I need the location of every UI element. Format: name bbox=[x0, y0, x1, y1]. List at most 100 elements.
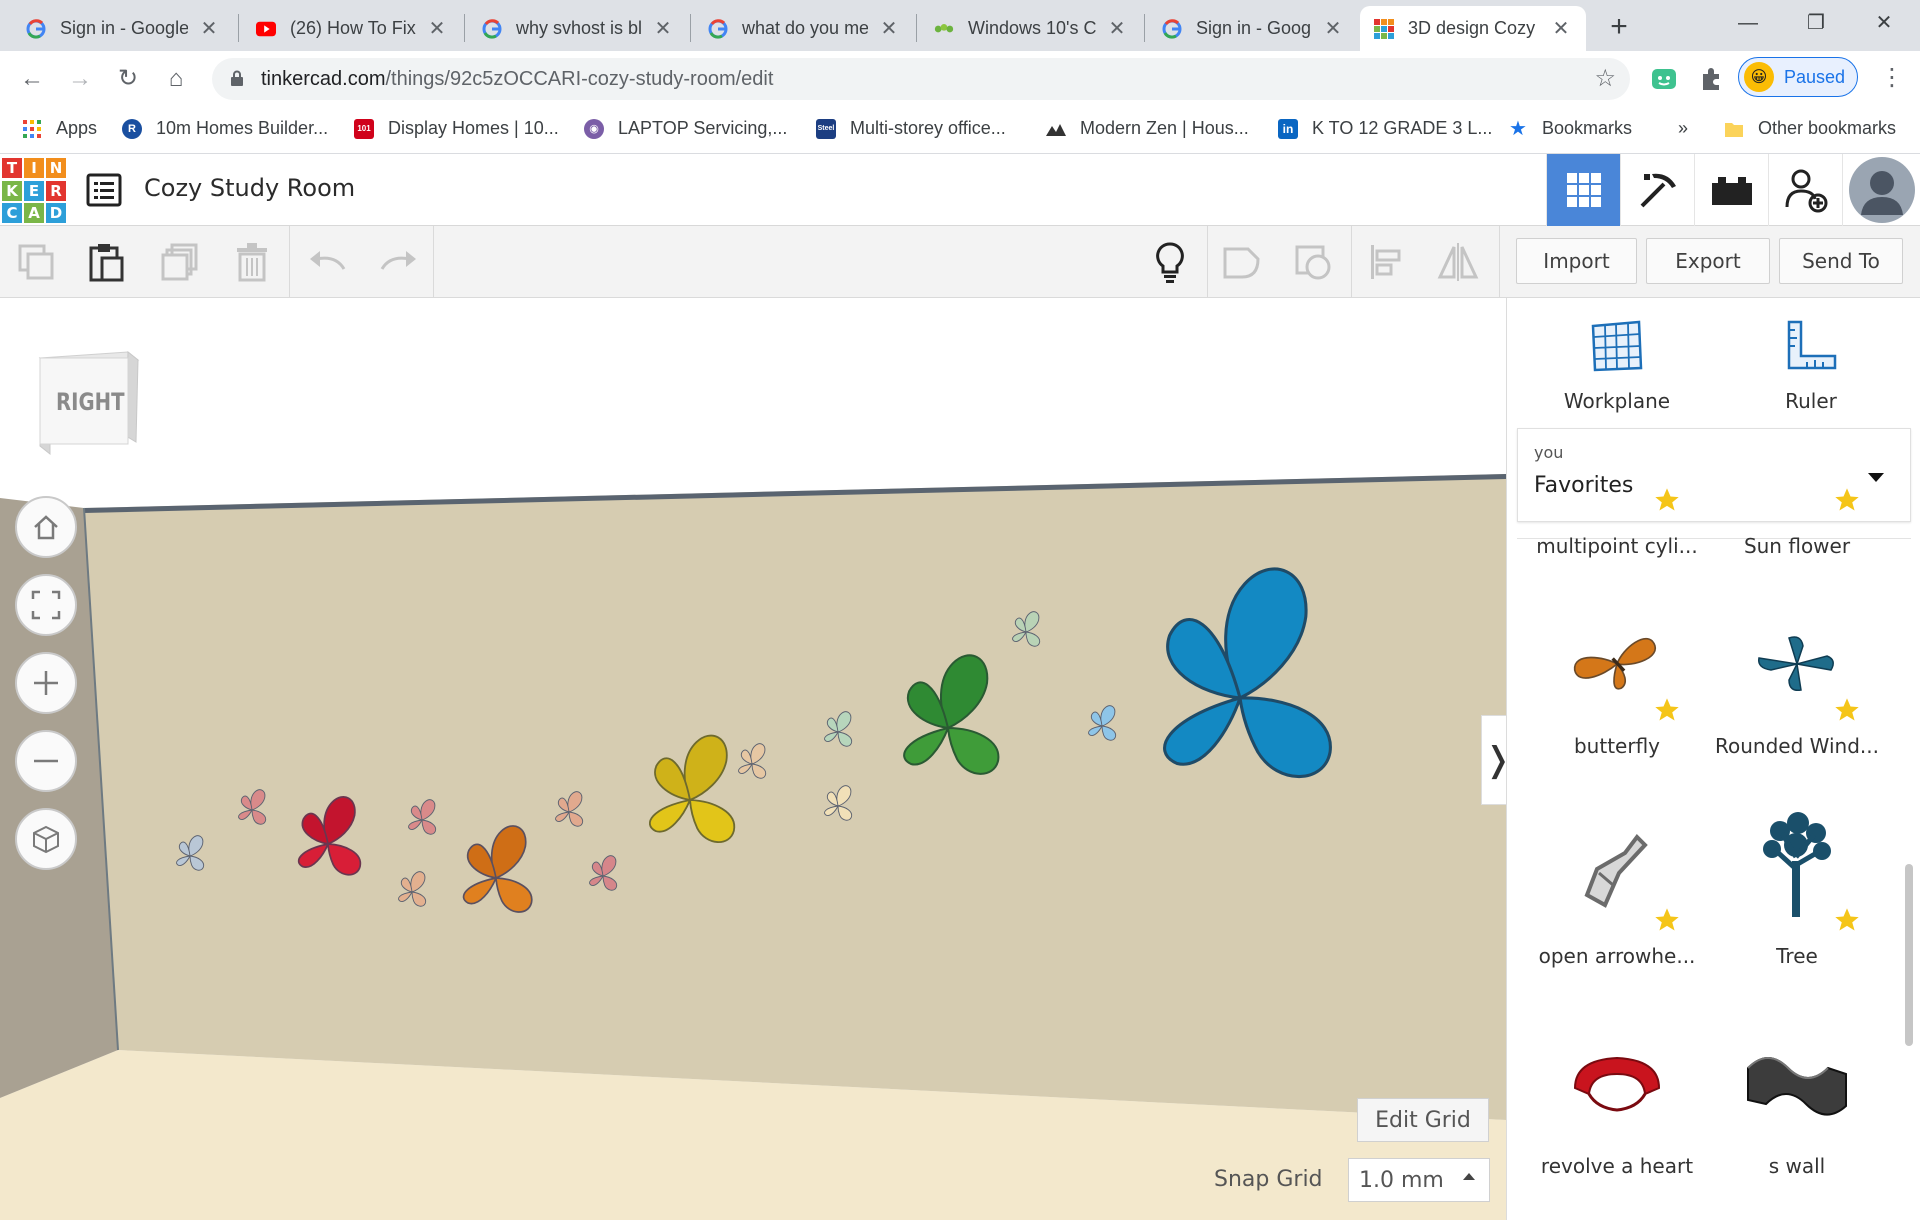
export-button[interactable]: Export bbox=[1646, 238, 1770, 284]
forward-arrow-icon[interactable]: → bbox=[62, 61, 98, 97]
delete-button[interactable] bbox=[230, 240, 274, 284]
tinkercad-logo[interactable]: T I N K E R C A D bbox=[2, 158, 68, 224]
bookmark-other-bookmarks[interactable]: Other bookmarks bbox=[1724, 118, 1896, 139]
bookmark-modern-zen[interactable]: Modern Zen | Hous... bbox=[1046, 118, 1249, 139]
ruler-tool[interactable]: Ruler bbox=[1741, 318, 1881, 413]
shape-item-s-wall[interactable]: s wall bbox=[1707, 1014, 1887, 1194]
extension-icon[interactable] bbox=[1650, 65, 1678, 93]
google-icon bbox=[482, 18, 502, 39]
scene-canvas[interactable] bbox=[0, 298, 1506, 1220]
browser-tab-active[interactable]: 3D design Cozy ✕ bbox=[1360, 6, 1586, 51]
bookmark-star-icon[interactable]: ☆ bbox=[1594, 64, 1616, 93]
browser-tab[interactable]: what do you me ✕ bbox=[694, 6, 914, 51]
address-bar[interactable]: tinkercad.com/things/92c5zOCCARI-cozy-st… bbox=[212, 58, 1630, 100]
extensions-puzzle-icon[interactable] bbox=[1697, 65, 1725, 93]
zoom-in-button[interactable] bbox=[15, 652, 77, 714]
bookmark-display-homes[interactable]: 101 Display Homes | 10... bbox=[354, 118, 559, 139]
view-cube-face-label[interactable]: RIGHT bbox=[56, 388, 125, 416]
bookmark-10m-homes[interactable]: R 10m Homes Builder... bbox=[122, 118, 328, 139]
ungroup-button[interactable] bbox=[1292, 240, 1336, 284]
restore-window-button[interactable]: ❐ bbox=[1796, 6, 1836, 40]
browser-menu-icon[interactable]: ⋮ bbox=[1880, 63, 1904, 92]
pickaxe-icon bbox=[1640, 173, 1676, 208]
tab-separator bbox=[916, 14, 917, 42]
favorite-star-icon[interactable] bbox=[1653, 906, 1681, 934]
design-list-icon[interactable] bbox=[86, 172, 122, 208]
undo-button[interactable] bbox=[306, 240, 350, 284]
close-window-button[interactable]: ✕ bbox=[1864, 6, 1904, 40]
favorite-star-icon[interactable] bbox=[1833, 486, 1861, 514]
paste-button[interactable] bbox=[84, 240, 128, 284]
bookmarks-overflow-button[interactable]: » bbox=[1678, 118, 1688, 139]
shape-item-butterfly[interactable]: butterfly bbox=[1527, 594, 1707, 774]
3d-viewport[interactable]: RIGHT ❭ Edit Grid Snap Grid 1.0 mm bbox=[0, 298, 1506, 1220]
close-tab-icon[interactable]: ✕ bbox=[426, 16, 448, 41]
bookmark-laptop-servicing[interactable]: ◉ LAPTOP Servicing,... bbox=[584, 118, 787, 139]
toolbar-divider bbox=[1207, 226, 1208, 298]
codeblocks-button[interactable] bbox=[1620, 154, 1694, 226]
shape-item-rounded-wind[interactable]: Rounded Wind... bbox=[1707, 594, 1887, 774]
close-tab-icon[interactable]: ✕ bbox=[1550, 16, 1572, 41]
shape-item-open-arrowhead[interactable]: open arrowhe... bbox=[1527, 804, 1707, 984]
close-tab-icon[interactable]: ✕ bbox=[1322, 16, 1344, 41]
trash-icon bbox=[237, 243, 267, 282]
zoom-out-button[interactable] bbox=[15, 730, 77, 792]
browser-tab[interactable]: why svhost is bl ✕ bbox=[468, 6, 688, 51]
tab-title: Sign in - Google bbox=[60, 18, 188, 38]
panel-scrollbar[interactable] bbox=[1905, 864, 1913, 1046]
bookmarks-bar: Apps R 10m Homes Builder... 101 Display … bbox=[0, 106, 1920, 154]
favorite-star-icon[interactable] bbox=[1833, 696, 1861, 724]
close-tab-icon[interactable]: ✕ bbox=[198, 16, 220, 41]
modern-zen-site-icon bbox=[1046, 119, 1066, 139]
url-text[interactable]: tinkercad.com/things/92c5zOCCARI-cozy-st… bbox=[261, 68, 773, 91]
perspective-toggle-button[interactable] bbox=[15, 808, 77, 870]
bricks-button[interactable] bbox=[1694, 154, 1768, 226]
import-button[interactable]: Import bbox=[1516, 238, 1637, 284]
favorite-star-icon[interactable] bbox=[1653, 696, 1681, 724]
mirror-button[interactable] bbox=[1436, 240, 1480, 284]
align-button[interactable] bbox=[1364, 240, 1408, 284]
workplane-tool[interactable]: Workplane bbox=[1547, 318, 1687, 413]
snap-grid-label: Snap Grid bbox=[1214, 1167, 1323, 1192]
3d-design-view-button[interactable] bbox=[1546, 154, 1620, 226]
browser-tab[interactable]: Windows 10's C ✕ bbox=[920, 6, 1142, 51]
close-tab-icon[interactable]: ✕ bbox=[878, 16, 900, 41]
snap-grid-select[interactable]: 1.0 mm bbox=[1348, 1158, 1490, 1202]
home-icon[interactable]: ⌂ bbox=[158, 61, 194, 97]
bookmark-k12[interactable]: in K TO 12 GRADE 3 L... bbox=[1278, 118, 1492, 139]
bookmark-folder-bookmarks[interactable]: ★ Bookmarks bbox=[1508, 118, 1633, 140]
reload-icon[interactable]: ↻ bbox=[110, 61, 146, 97]
shape-item-revolve-heart[interactable]: revolve a heart bbox=[1527, 1014, 1707, 1194]
notes-button[interactable] bbox=[1148, 240, 1192, 284]
bookmark-multi-storey[interactable]: Steel Multi-storey office... bbox=[816, 118, 1006, 139]
duplicate-button[interactable] bbox=[158, 240, 202, 284]
design-title[interactable]: Cozy Study Room bbox=[144, 174, 355, 202]
profile-button[interactable]: 😀 Paused bbox=[1738, 57, 1858, 97]
edit-grid-button[interactable]: Edit Grid bbox=[1357, 1098, 1489, 1142]
bookmark-label: Bookmarks bbox=[1542, 118, 1633, 138]
browser-tab[interactable]: (26) How To Fix ✕ bbox=[242, 6, 462, 51]
youtube-icon bbox=[256, 19, 276, 39]
close-tab-icon[interactable]: ✕ bbox=[1106, 16, 1128, 41]
favorite-star-icon[interactable] bbox=[1833, 906, 1861, 934]
copy-button[interactable] bbox=[14, 240, 58, 284]
favorite-star-icon[interactable] bbox=[1653, 486, 1681, 514]
browser-tab[interactable]: Sign in - Google ✕ bbox=[12, 6, 234, 51]
group-button[interactable] bbox=[1220, 240, 1264, 284]
close-tab-icon[interactable]: ✕ bbox=[652, 16, 674, 41]
send-to-button[interactable]: Send To bbox=[1779, 238, 1903, 284]
google-icon bbox=[1162, 18, 1182, 39]
home-view-button[interactable] bbox=[15, 496, 77, 558]
redo-button[interactable] bbox=[376, 240, 420, 284]
user-avatar[interactable] bbox=[1842, 154, 1920, 226]
collapse-panel-button[interactable]: ❭ bbox=[1481, 715, 1506, 805]
back-arrow-icon[interactable]: ← bbox=[14, 61, 50, 97]
bookmark-apps[interactable]: Apps bbox=[22, 118, 97, 139]
shape-item-tree[interactable]: Tree bbox=[1707, 804, 1887, 984]
fit-view-button[interactable] bbox=[15, 574, 77, 636]
minimize-window-button[interactable]: — bbox=[1728, 6, 1768, 40]
bookmark-label: Apps bbox=[56, 118, 98, 138]
browser-tab[interactable]: Sign in - Google ✕ bbox=[1148, 6, 1358, 51]
new-tab-button[interactable]: + bbox=[1604, 10, 1634, 44]
invite-user-button[interactable] bbox=[1768, 154, 1842, 226]
